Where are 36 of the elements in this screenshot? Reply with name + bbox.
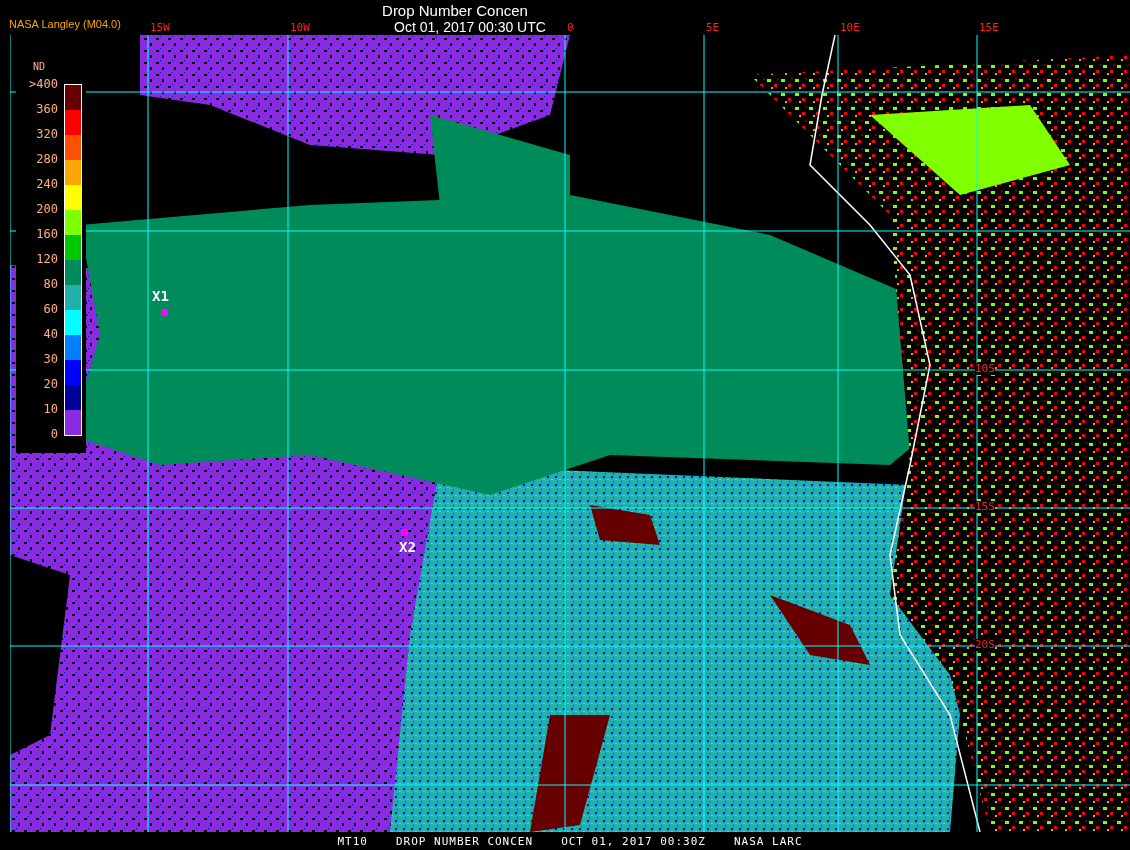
longitude-label: 15E <box>979 22 999 34</box>
legend-label: >400 <box>29 76 58 93</box>
legend-label: 280 <box>36 151 58 168</box>
legend-label: 80 <box>43 276 58 293</box>
latitude-label: 15S <box>975 501 995 513</box>
legend-label: 40 <box>43 326 58 343</box>
legend-label: 240 <box>36 176 58 193</box>
footer-text: OCT 01, 2017 00:30Z <box>561 834 706 848</box>
marker-label: X1 <box>152 289 169 304</box>
latitude-label: 10S <box>975 363 995 375</box>
legend-label: 60 <box>43 301 58 318</box>
longitude-label: 15W <box>150 22 170 34</box>
footer-text: NASA LARC <box>733 834 803 848</box>
legend-label: 0 <box>50 426 58 443</box>
timestamp: Oct 01, 2017 00:30 UTC <box>394 19 546 35</box>
longitude-label: 10W <box>290 22 310 34</box>
legend-label: 320 <box>36 126 58 143</box>
legend-title: ND <box>33 62 47 72</box>
footer-text: DROP NUMBER CONCEN <box>395 834 534 848</box>
latitude-label: 20S <box>975 639 995 651</box>
legend-label: 360 <box>36 101 58 118</box>
location-marker-icon <box>161 309 168 316</box>
source-label: NASA Langley (M04.0) <box>9 18 121 30</box>
legend-label: 30 <box>43 351 58 368</box>
product-title: Drop Number Concen <box>382 2 528 19</box>
longitude-label: 5E <box>706 22 720 34</box>
legend-label: 160 <box>36 226 58 243</box>
legend-label: 200 <box>36 201 58 218</box>
longitude-label: 0 <box>567 22 574 34</box>
longitude-label: 10E <box>840 22 860 34</box>
footer-text: MT10 <box>337 834 368 848</box>
marker-label: X2 <box>399 540 416 555</box>
location-marker-icon <box>401 529 408 536</box>
legend-label: 120 <box>36 251 58 268</box>
legend-label: 20 <box>43 376 58 393</box>
legend-label: 10 <box>43 401 58 418</box>
